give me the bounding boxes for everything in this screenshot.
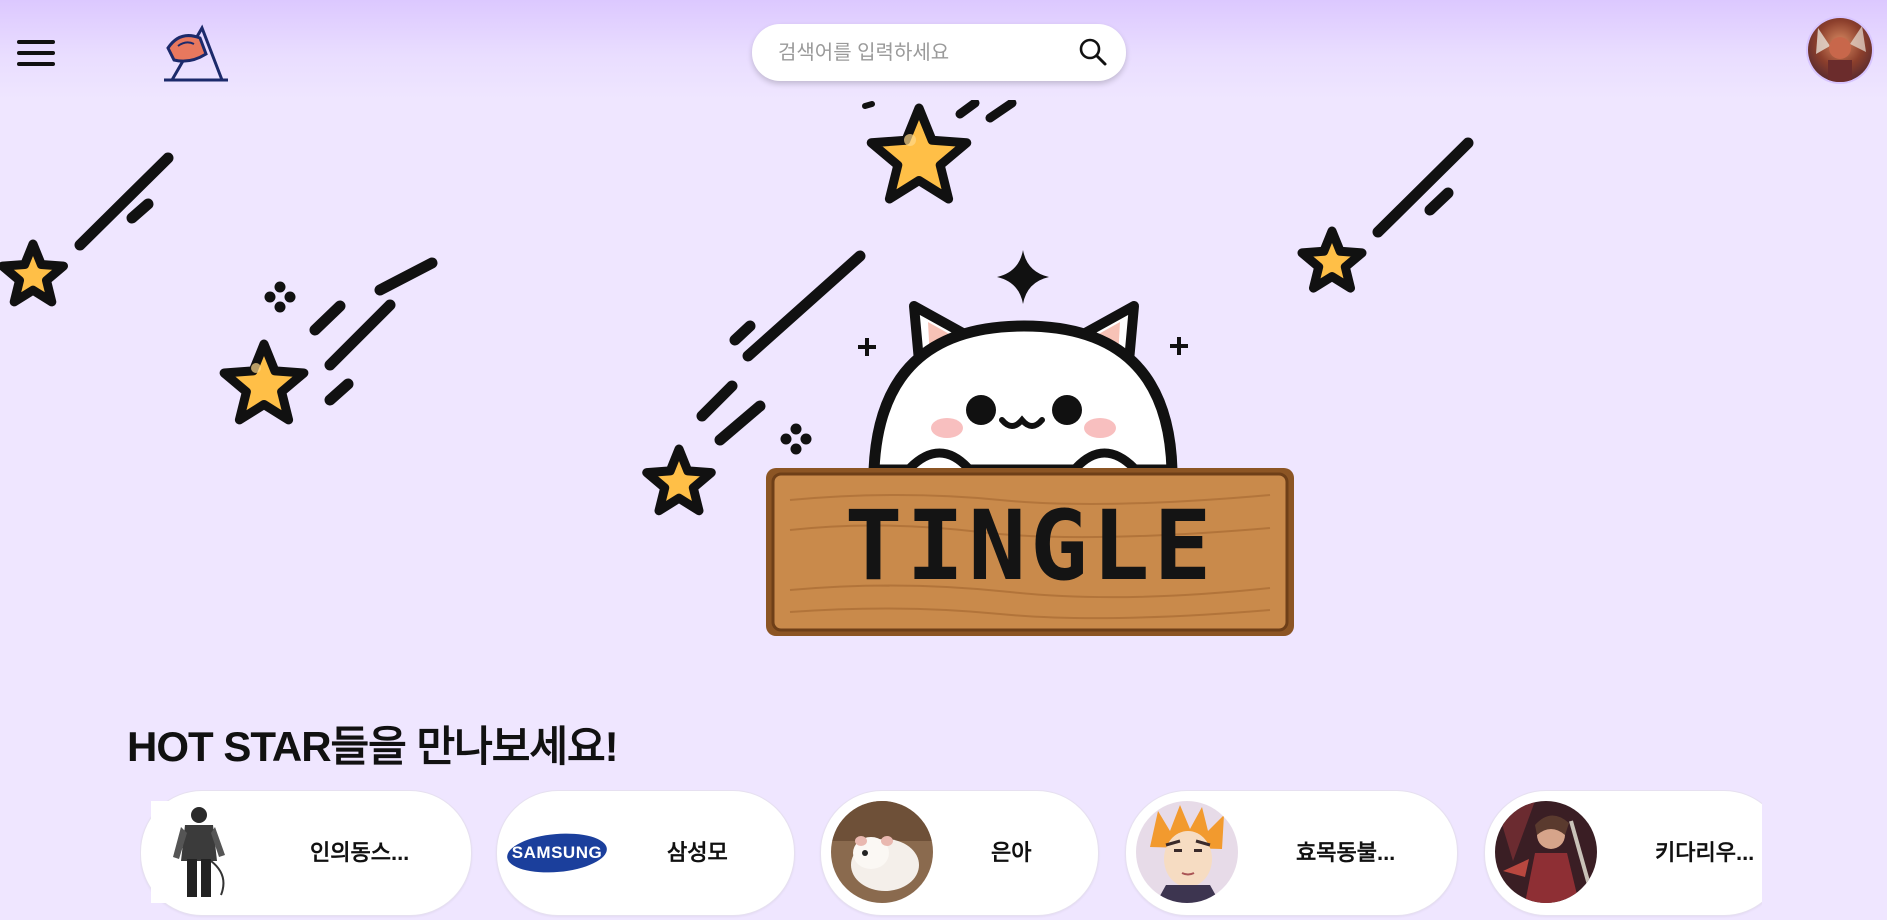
samsung-logo-thumbnail: SAMSUNG [505,823,609,883]
hamster-thumbnail [831,801,933,903]
hot-star-carousel[interactable]: 인의동스... SAMSUNG 삼성모 은아 효목동불... 키다리우... [140,790,1762,920]
search-input[interactable] [776,38,1060,68]
user-avatar[interactable] [1808,18,1872,82]
star-card[interactable]: 인의동스... [140,790,472,916]
star-card[interactable]: 은아 [820,790,1099,916]
star-card-name: 인의동스... [310,840,410,865]
sign-text: TINGLE [844,490,1216,602]
star-card-name: 키다리우... [1655,840,1755,865]
hero-illustration: TINGLE [0,98,1887,660]
anime-character-thumbnail [1136,801,1238,903]
character-figure-thumbnail [151,801,253,903]
star-card[interactable]: SAMSUNG 삼성모 [496,790,795,916]
section-title: HOT STAR들을 만나보세요! [127,723,619,770]
hamburger-menu-icon[interactable] [17,38,55,68]
top-header [0,0,1887,100]
star-card-name: 은아 [991,840,1032,865]
search-icon[interactable] [1078,37,1108,67]
search-bar [752,24,1126,81]
game-character-thumbnail [1495,801,1597,903]
star-card[interactable]: 효목동불... [1125,790,1458,916]
star-card-name: 효목동불... [1296,840,1396,865]
star-card[interactable]: 키다리우... [1484,790,1762,916]
samsung-logo-text: SAMSUNG [511,843,603,862]
star-card-name: 삼성모 [667,840,728,865]
tingle-logo-icon[interactable] [160,24,232,84]
cat-mascot [868,301,1178,476]
